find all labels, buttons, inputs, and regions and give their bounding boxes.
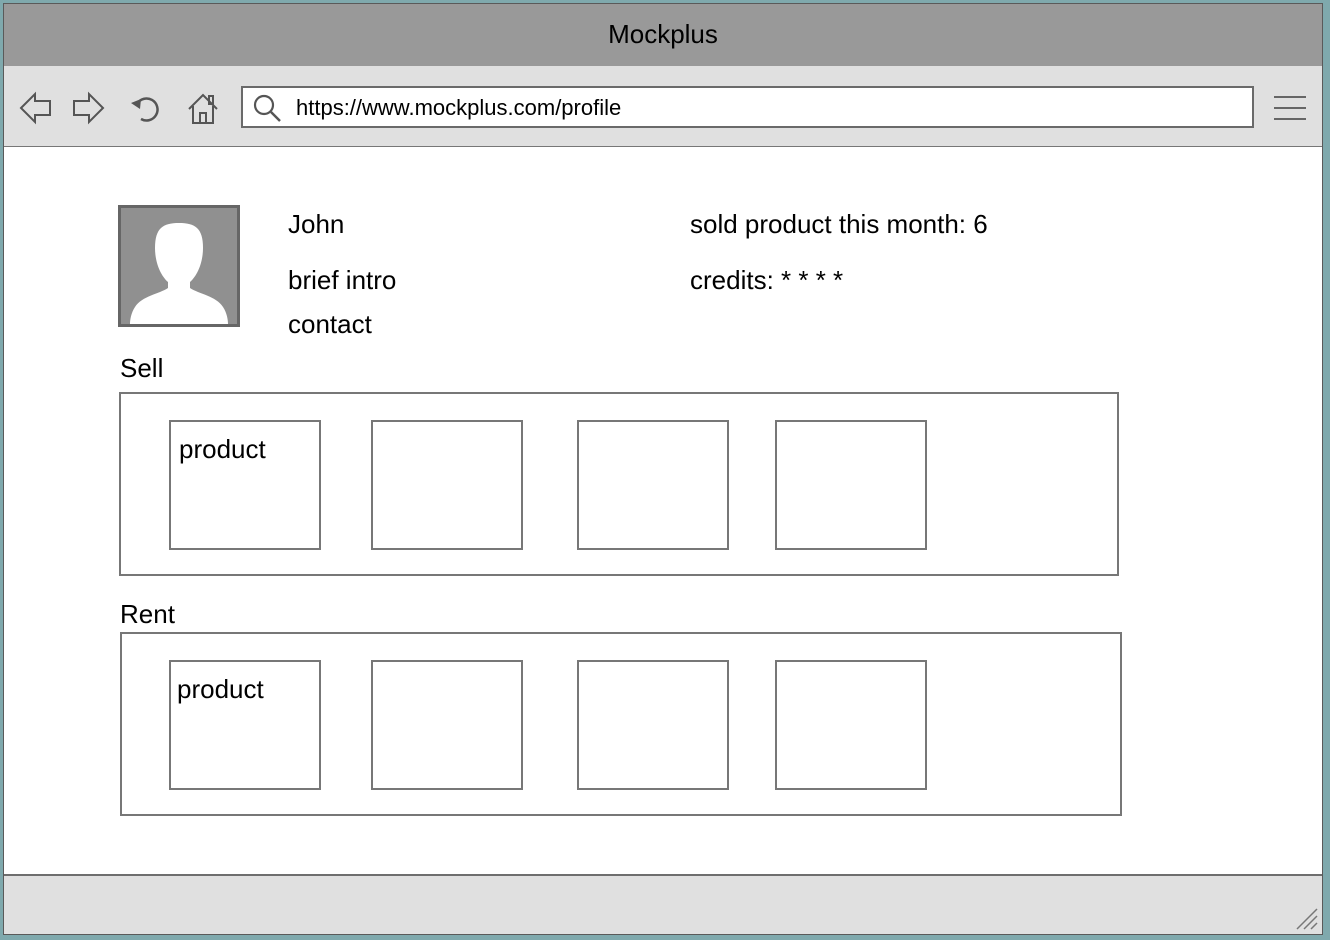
- avatar: [118, 205, 240, 327]
- rent-product-card[interactable]: [371, 660, 523, 790]
- sell-product-card[interactable]: [775, 420, 927, 550]
- sell-product-card[interactable]: [371, 420, 523, 550]
- profile-intro: brief intro: [288, 265, 397, 295]
- rent-product-card[interactable]: product: [169, 660, 321, 790]
- refresh-icon[interactable]: [128, 90, 164, 126]
- sell-product-card[interactable]: [577, 420, 729, 550]
- browser-window: Mockplus https://www.mockplus.com/profil…: [3, 3, 1323, 935]
- hamburger-menu-icon[interactable]: [1272, 94, 1308, 122]
- status-bar: [4, 874, 1322, 934]
- user-silhouette-icon: [130, 223, 228, 324]
- url-text[interactable]: https://www.mockplus.com/profile: [296, 95, 621, 121]
- rent-product-card[interactable]: [775, 660, 927, 790]
- forward-arrow-icon[interactable]: [70, 90, 106, 126]
- profile-contact[interactable]: contact: [288, 309, 372, 340]
- sell-heading: Sell: [120, 353, 164, 383]
- address-bar[interactable]: https://www.mockplus.com/profile: [241, 86, 1254, 128]
- window-title: Mockplus: [4, 4, 1322, 67]
- product-label: product: [179, 434, 266, 464]
- back-arrow-icon[interactable]: [18, 90, 54, 126]
- resize-grip-icon[interactable]: [1293, 905, 1319, 931]
- rent-panel: product: [120, 632, 1122, 816]
- sold-count: sold product this month: 6: [690, 209, 988, 239]
- rent-product-card[interactable]: [577, 660, 729, 790]
- profile-name: John: [288, 209, 345, 239]
- sell-product-card[interactable]: product: [169, 420, 321, 550]
- search-icon: [251, 92, 283, 124]
- profile-page: John brief intro contact sold product th…: [4, 147, 1322, 877]
- rent-heading: Rent: [120, 599, 175, 629]
- credits-rating: credits: * * * *: [690, 265, 844, 295]
- home-icon[interactable]: [185, 90, 221, 126]
- product-label: product: [177, 674, 264, 704]
- browser-toolbar: https://www.mockplus.com/profile: [4, 66, 1322, 147]
- sell-panel: product: [119, 392, 1119, 576]
